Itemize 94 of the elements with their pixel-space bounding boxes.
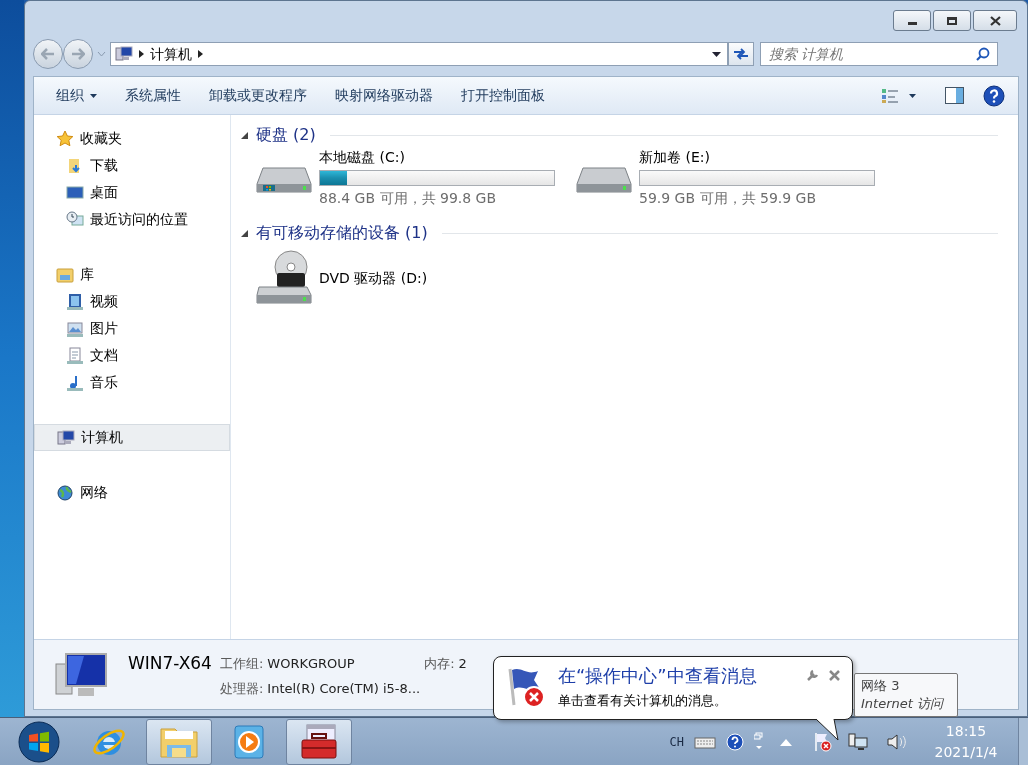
balloon-title: 在“操作中心”中查看消息: [558, 665, 758, 687]
globe-icon: [56, 483, 74, 502]
balloon-pointer: [816, 719, 840, 741]
nav-label: 视频: [90, 292, 118, 311]
maximize-icon: [947, 16, 957, 25]
breadcrumb-arrow-icon: [139, 50, 144, 58]
maximize-button[interactable]: [933, 10, 971, 31]
property-label: 内存:: [424, 654, 455, 673]
collapse-triangle-icon[interactable]: [241, 131, 248, 139]
picture-icon: [66, 319, 84, 338]
toolbar-button[interactable]: 打开控制面板: [449, 81, 557, 110]
details-view-icon: [881, 87, 899, 104]
drive-name: 新加卷 (E:): [639, 148, 711, 167]
nav-item[interactable]: 图片: [34, 315, 230, 342]
speaker-icon[interactable]: [886, 731, 908, 752]
taskbar-app-button[interactable]: [286, 718, 352, 765]
search-icon: [976, 47, 990, 61]
dropdown-arrow-icon: [712, 51, 721, 57]
toolbar-button[interactable]: 卸载或更改程序: [197, 81, 319, 110]
property-value: 2: [458, 654, 467, 673]
dvd-drive-icon: [255, 249, 313, 307]
wrench-icon[interactable]: [806, 669, 819, 682]
property-label: 工作组:: [219, 654, 264, 673]
start-orb-icon: [18, 720, 60, 763]
group-heading: 硬盘 (2): [256, 124, 316, 146]
nav-label: 计算机: [81, 428, 123, 447]
keyboard-icon[interactable]: [694, 734, 716, 749]
recent-places-icon: [66, 210, 84, 229]
toolbox-icon: [299, 723, 339, 760]
computer-icon: [57, 428, 75, 447]
nav-item[interactable]: 库: [34, 261, 230, 288]
nav-label: 网络: [80, 483, 108, 502]
video-icon: [66, 292, 84, 311]
library-folder-icon: [56, 265, 74, 284]
nav-item[interactable]: 视频: [34, 288, 230, 315]
forward-arrow-icon: [71, 48, 85, 60]
preview-pane-icon: [944, 87, 964, 104]
refresh-button[interactable]: [728, 42, 754, 66]
free-space-text: 88.4 GB 可用，共 99.8 GB: [319, 189, 498, 208]
history-dropdown-icon: [97, 51, 106, 57]
network-computer-icon[interactable]: [848, 731, 868, 752]
nav-item[interactable]: 收藏夹: [34, 125, 230, 152]
group-heading: 有可移动存储的设备 (1): [256, 222, 428, 244]
caret-icon: [909, 93, 916, 98]
nav-item[interactable]: 最近访问的位置: [34, 206, 230, 233]
nav-label: 音乐: [90, 373, 118, 392]
nav-label: 文档: [90, 346, 118, 365]
collapse-triangle-icon[interactable]: [241, 229, 248, 237]
language-indicator[interactable]: CH: [669, 732, 684, 751]
nav-item[interactable]: 文档: [34, 342, 230, 369]
search-field[interactable]: 搜索 计算机: [760, 42, 998, 66]
close-icon: [989, 15, 1001, 26]
breadcrumb-item[interactable]: 计算机: [150, 43, 192, 65]
nav-item[interactable]: 网络: [34, 479, 230, 506]
media-player-icon: [231, 723, 267, 760]
back-arrow-icon: [41, 48, 55, 60]
music-note-icon: [66, 373, 84, 392]
toolbar-button[interactable]: 系统属性: [113, 81, 193, 110]
flag-error-icon[interactable]: [814, 731, 832, 752]
nav-label: 图片: [90, 319, 118, 338]
nav-item[interactable]: 桌面: [34, 179, 230, 206]
close-icon[interactable]: [829, 670, 840, 681]
nav-label: 库: [80, 265, 94, 284]
nav-item[interactable]: 音乐: [34, 369, 230, 396]
help-icon[interactable]: [726, 732, 744, 751]
desktop-icon: [66, 183, 84, 202]
tooltip-title: 网络 3: [861, 677, 901, 695]
help-icon: [983, 84, 1005, 107]
toolbar-button[interactable]: 组织: [44, 81, 109, 110]
computer-name: WIN7-X64: [128, 651, 212, 675]
drive-name: DVD 驱动器 (D:): [319, 268, 428, 288]
nav-label: 桌面: [90, 183, 118, 202]
property-value: Intel(R) Core(TM) i5-8...: [267, 680, 421, 698]
nav-label: 下载: [90, 156, 118, 175]
free-space-text: 59.9 GB 可用，共 59.9 GB: [639, 189, 818, 208]
close-button[interactable]: [973, 10, 1017, 31]
nav-item[interactable]: 下载: [34, 152, 230, 179]
breadcrumb-arrow-icon: [198, 50, 203, 58]
computer-icon: [115, 45, 133, 63]
address-bar[interactable]: 计算机: [110, 42, 728, 66]
tooltip-subtitle: Internet 访问: [861, 695, 945, 713]
property-label: 处理器:: [219, 680, 264, 698]
nav-label: 最近访问的位置: [90, 210, 188, 229]
minimize-button[interactable]: [893, 10, 931, 31]
property-value: WORKGROUP: [267, 654, 355, 673]
minimize-icon: [907, 22, 917, 25]
drive-name: 本地磁盘 (C:): [319, 148, 406, 167]
refresh-arrows-icon: [733, 47, 749, 61]
balloon-message: 单击查看有关计算机的消息。: [558, 692, 728, 710]
toolbar-button[interactable]: 映射网络驱动器: [323, 81, 445, 110]
star-icon: [56, 129, 74, 148]
document-icon: [66, 346, 84, 365]
nav-label: 收藏夹: [80, 129, 122, 148]
nav-item[interactable]: 计算机: [34, 424, 230, 451]
